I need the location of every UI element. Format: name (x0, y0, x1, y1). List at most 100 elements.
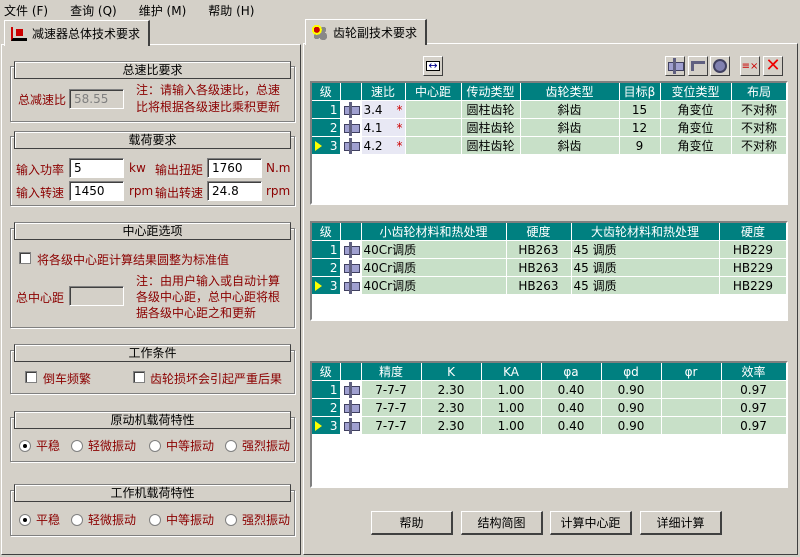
factor-grid[interactable]: 级精度 K KA φa φd φr 效率 1 7-7-7 2.30 1.00 0.40 0.90 0.97… (310, 361, 788, 488)
prime-radio-2[interactable]: 中等振动 (149, 437, 225, 454)
table-cell[interactable]: 7-7-7 (361, 398, 422, 417)
column-header[interactable]: φr (661, 363, 722, 381)
table-cell[interactable]: 15 (619, 100, 661, 119)
help-button[interactable]: 帮助 (371, 511, 453, 535)
table-cell[interactable]: 不对称 (731, 100, 786, 119)
column-header[interactable]: KA (481, 363, 542, 381)
table-cell[interactable]: 4.2 * (361, 136, 406, 155)
table-cell[interactable]: 不对称 (731, 136, 786, 155)
table-cell[interactable] (405, 136, 462, 155)
table-cell[interactable]: HB229 (719, 258, 786, 277)
stage-grid[interactable]: 级速比 中心距 传动类型 齿轮类型 目标β 变位类型 布局 1 3.4 * 圆柱齿轮 斜齿 15 角变位不… (310, 81, 788, 205)
output-speed-field[interactable]: 24.8 (207, 181, 262, 201)
table-row[interactable]: 1 3.4 * 圆柱齿轮 斜齿 15 角变位 不对称 (312, 100, 786, 119)
column-header[interactable]: 变位类型 (660, 83, 732, 101)
column-header[interactable]: 级 (312, 223, 341, 241)
table-cell[interactable]: 2.30 (421, 380, 482, 399)
table-row[interactable]: 1 7-7-7 2.30 1.00 0.40 0.90 0.97 (312, 380, 786, 399)
column-header[interactable]: 精度 (361, 363, 422, 381)
table-cell[interactable]: 0.40 (541, 416, 602, 435)
table-cell[interactable]: 7-7-7 (361, 380, 422, 399)
table-cell[interactable]: HB263 (506, 258, 572, 277)
column-header[interactable]: φa (541, 363, 602, 381)
row-level[interactable]: 2 (312, 118, 341, 137)
radio-button[interactable] (19, 513, 31, 526)
structure-diagram-button[interactable]: 结构简图 (461, 511, 543, 535)
menu-file[interactable]: 文件 (F) (4, 2, 48, 19)
table-cell[interactable]: 9 (619, 136, 661, 155)
table-cell[interactable]: HB263 (506, 276, 572, 295)
clear-rows-button[interactable]: ≡× (740, 56, 760, 76)
total-center-field[interactable] (69, 286, 124, 306)
column-header[interactable]: 效率 (721, 363, 786, 381)
table-cell[interactable]: 2.30 (421, 398, 482, 417)
table-cell[interactable]: 圆柱齿轮 (461, 100, 521, 119)
table-cell[interactable]: 0.90 (601, 416, 662, 435)
table-cell[interactable]: HB263 (506, 240, 572, 259)
table-cell[interactable]: 7-7-7 (361, 416, 422, 435)
table-row[interactable]: 3 7-7-7 2.30 1.00 0.40 0.90 0.97 (312, 416, 786, 435)
row-level[interactable]: 3 (312, 416, 341, 435)
table-cell[interactable]: 0.97 (721, 398, 786, 417)
table-cell[interactable]: 2.30 (421, 416, 482, 435)
driven-radio-3[interactable]: 强烈振动 (225, 511, 295, 528)
driven-radio-2[interactable]: 中等振动 (149, 511, 225, 528)
table-cell[interactable]: 斜齿 (520, 100, 620, 119)
input-power-field[interactable]: 5 (69, 158, 124, 178)
table-cell[interactable]: 斜齿 (520, 118, 620, 137)
row-level[interactable]: 1 (312, 380, 341, 399)
table-cell[interactable]: 不对称 (731, 118, 786, 137)
table-cell[interactable]: 0.40 (541, 380, 602, 399)
column-header[interactable]: 布局 (731, 83, 786, 101)
table-cell[interactable]: 0.97 (721, 380, 786, 399)
table-cell[interactable]: 40Cr调质 (361, 240, 507, 259)
table-cell[interactable]: 0.90 (601, 380, 662, 399)
row-level[interactable]: 3 (312, 276, 341, 295)
radio-button[interactable] (149, 439, 161, 452)
table-row[interactable]: 2 7-7-7 2.30 1.00 0.40 0.90 0.97 (312, 398, 786, 417)
radio-button[interactable] (225, 439, 237, 452)
table-cell[interactable]: 1.00 (481, 398, 542, 417)
radio-button[interactable] (225, 513, 237, 526)
gear-stage-button[interactable] (665, 56, 685, 76)
table-cell[interactable] (661, 416, 722, 435)
column-header[interactable]: φd (601, 363, 662, 381)
total-ratio-field[interactable]: 58.55 (69, 89, 124, 109)
output-torque-field[interactable]: 1760 (207, 158, 262, 178)
table-cell[interactable] (661, 398, 722, 417)
table-cell[interactable] (661, 380, 722, 399)
detail-calc-button[interactable]: 详细计算 (640, 511, 722, 535)
driven-radio-1[interactable]: 轻微振动 (71, 511, 149, 528)
prime-radio-3[interactable]: 强烈振动 (225, 437, 295, 454)
table-cell[interactable]: 圆柱齿轮 (461, 136, 521, 155)
menu-query[interactable]: 查询 (Q) (70, 2, 117, 19)
column-header[interactable]: 目标β (619, 83, 661, 101)
material-grid[interactable]: 级小齿轮材料和热处理 硬度 大齿轮材料和热处理 硬度 1 40Cr调质 HB263 45 调质… (310, 221, 788, 321)
table-cell[interactable]: 45 调质 (571, 240, 720, 259)
table-cell[interactable]: 12 (619, 118, 661, 137)
table-row[interactable]: 2 4.1 * 圆柱齿轮 斜齿 12 角变位 不对称 (312, 118, 786, 137)
table-cell[interactable] (405, 100, 462, 119)
column-header[interactable]: 级 (312, 363, 341, 381)
close-button[interactable]: ✕ (763, 56, 783, 76)
table-cell[interactable]: 0.40 (541, 398, 602, 417)
column-header[interactable]: 小齿轮材料和热处理 (361, 223, 507, 241)
column-header[interactable]: 硬度 (719, 223, 786, 241)
table-cell[interactable]: 斜齿 (520, 136, 620, 155)
column-header[interactable]: 硬度 (506, 223, 572, 241)
menu-help[interactable]: 帮助 (H) (208, 2, 254, 19)
table-row[interactable]: 2 40Cr调质 HB263 45 调质 HB229 (312, 258, 786, 277)
round-center-checkbox[interactable] (19, 252, 31, 264)
column-header[interactable]: 中心距 (405, 83, 462, 101)
calc-center-button[interactable]: 计算中心距 (550, 511, 632, 535)
table-cell[interactable]: 1.00 (481, 380, 542, 399)
damage-checkbox[interactable] (133, 371, 145, 383)
table-cell[interactable]: 45 调质 (571, 258, 720, 277)
table-cell[interactable]: 40Cr调质 (361, 276, 507, 295)
radio-button[interactable] (71, 513, 83, 526)
row-level[interactable]: 1 (312, 240, 341, 259)
layout-button[interactable] (688, 56, 708, 76)
bearing-button[interactable] (710, 56, 730, 76)
prime-radio-0[interactable]: 平稳 (19, 437, 71, 454)
table-cell[interactable]: 圆柱齿轮 (461, 118, 521, 137)
